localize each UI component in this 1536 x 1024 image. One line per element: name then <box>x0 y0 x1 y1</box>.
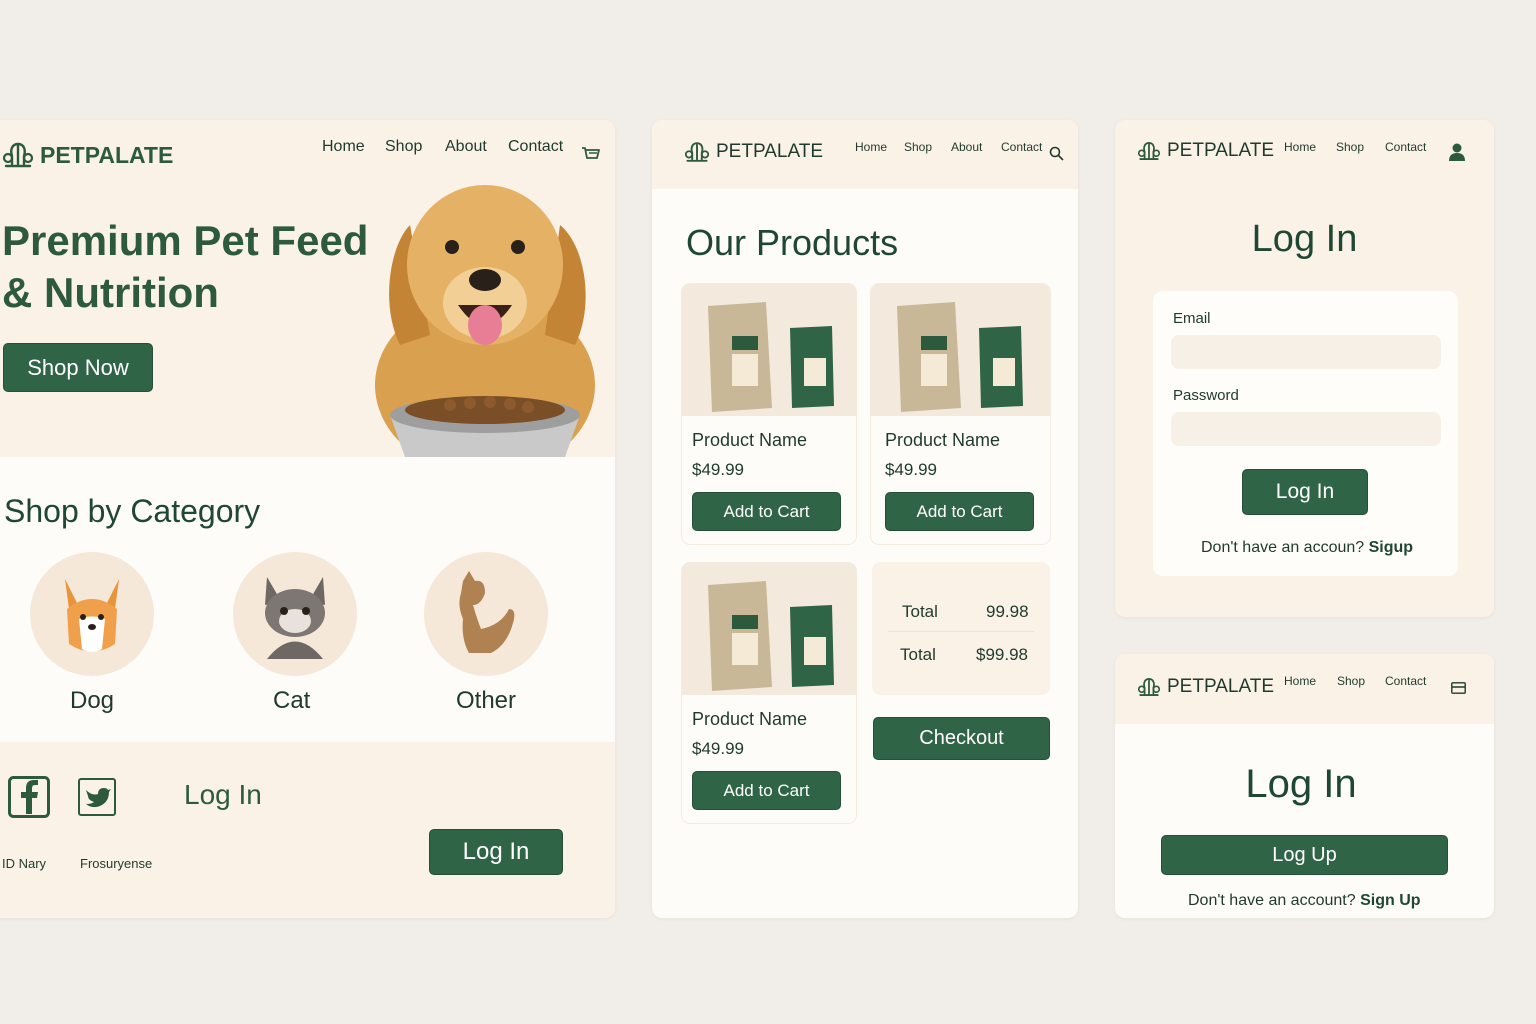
nav-about[interactable]: About <box>445 138 487 156</box>
signup-prompt: Don't have an account? Sign Up <box>1188 892 1421 910</box>
signup-link[interactable]: Sigup <box>1369 539 1413 556</box>
product-price: $49.99 <box>885 460 937 479</box>
logo-icon <box>1137 142 1161 160</box>
brand-name: PETPALATE <box>40 141 174 168</box>
add-to-cart-button[interactable]: Add to Cart <box>692 492 841 531</box>
cart-summary: Total 99.98 Total $99.98 <box>872 562 1050 695</box>
hero-title: Premium Pet Feed & Nutrition <box>2 215 368 319</box>
nav-contact[interactable]: Contact <box>1385 140 1426 154</box>
footer-link-2[interactable]: Frosuryense <box>80 856 152 871</box>
summary-value: 99.98 <box>986 602 1029 621</box>
summary-label: Total <box>900 645 936 664</box>
cart-icon[interactable] <box>581 146 601 164</box>
category-other-label: Other <box>456 687 517 714</box>
brand-name: PETPALATE <box>1167 676 1274 697</box>
nav-home[interactable]: Home <box>322 138 365 156</box>
product-name[interactable]: Product Name <box>692 709 807 730</box>
checkout-button[interactable]: Checkout <box>873 717 1050 760</box>
password-field[interactable] <box>1171 412 1441 446</box>
login-alt-page-card: PETPALATE Home Shop Contact Log In Log U… <box>1115 654 1494 918</box>
facebook-icon[interactable] <box>8 776 50 818</box>
logo-icon <box>684 142 710 162</box>
product-card-1: Product Name $49.99 Add to Cart <box>682 284 856 544</box>
nav-contact[interactable]: Contact <box>508 138 563 156</box>
product-image <box>871 284 1050 416</box>
summary-total: $99.98 <box>976 645 1028 664</box>
signup-prompt: Don't have an accoun? Sigup <box>1201 539 1413 557</box>
category-section: Shop by Category Dog Cat Other <box>0 457 615 742</box>
product-name[interactable]: Product Name <box>885 430 1000 451</box>
home-page-card: PETPALATE Home Shop About Contact Premiu… <box>0 120 615 918</box>
add-to-cart-button[interactable]: Add to Cart <box>692 771 841 810</box>
footer-link-1[interactable]: ID Nary <box>2 856 46 871</box>
products-title: Our Products <box>686 222 899 263</box>
signup-link[interactable]: Sign Up <box>1360 892 1420 909</box>
brand-logo[interactable]: PETPALATE <box>684 140 823 164</box>
hero-dog-image <box>375 185 595 457</box>
product-name[interactable]: Product Name <box>692 430 807 451</box>
nav-about[interactable]: About <box>951 140 982 154</box>
logup-button[interactable]: Log Up <box>1161 835 1448 875</box>
footer-login-button[interactable]: Log In <box>429 829 563 875</box>
pet-icon <box>459 571 515 653</box>
category-dog-label: Dog <box>70 687 115 714</box>
product-price: $49.99 <box>692 460 744 479</box>
user-icon[interactable] <box>1449 143 1465 161</box>
nav-shop[interactable]: Shop <box>904 140 932 154</box>
brand-name: PETPALATE <box>1167 140 1274 161</box>
email-field[interactable] <box>1171 335 1441 369</box>
product-image <box>682 284 856 416</box>
footer-login-text[interactable]: Log In <box>184 779 262 811</box>
password-label: Password <box>1173 387 1239 404</box>
nav-home[interactable]: Home <box>855 140 887 154</box>
nav-shop[interactable]: Shop <box>1337 674 1365 688</box>
brand-logo[interactable]: PETPALATE <box>2 140 173 170</box>
brand-logo[interactable]: PETPALATE <box>1137 676 1274 698</box>
login-form: Email Password Log In Don't have an acco… <box>1153 291 1458 576</box>
add-to-cart-button[interactable]: Add to Cart <box>885 492 1034 531</box>
nav-home[interactable]: Home <box>1284 140 1316 154</box>
products-page-card: PETPALATE Home Shop About Contact Our Pr… <box>652 120 1078 918</box>
dog-icon <box>65 579 119 652</box>
hero-title-line2: & Nutrition <box>2 269 219 316</box>
shop-now-button[interactable]: Shop Now <box>3 343 153 392</box>
product-card-2: Product Name $49.99 Add to Cart <box>871 284 1050 544</box>
product-price: $49.99 <box>692 739 744 758</box>
email-label: Email <box>1173 310 1211 327</box>
hero-title-line1: Premium Pet Feed <box>2 217 369 264</box>
login-page-card: PETPALATE Home Shop Contact Log In Email… <box>1115 120 1494 617</box>
signup-prompt-text: Don't have an accoun? <box>1201 539 1365 556</box>
nav-contact[interactable]: Contact <box>1001 140 1042 154</box>
category-title: Shop by Category <box>4 493 261 529</box>
category-dog[interactable] <box>30 552 154 676</box>
nav-contact[interactable]: Contact <box>1385 674 1426 688</box>
category-cat[interactable] <box>233 552 357 676</box>
brand-logo[interactable]: PETPALATE <box>1137 140 1274 162</box>
twitter-icon[interactable] <box>78 778 116 816</box>
summary-label: Total <box>902 602 938 621</box>
cat-icon <box>265 577 325 659</box>
menu-icon[interactable] <box>1451 682 1466 694</box>
signup-prompt-text: Don't have an account? <box>1188 892 1356 909</box>
brand-name: PETPALATE <box>716 141 823 162</box>
search-icon[interactable] <box>1049 146 1064 161</box>
nav-shop[interactable]: Shop <box>1336 140 1364 154</box>
product-image <box>682 563 856 695</box>
logo-icon <box>2 142 34 168</box>
nav-shop[interactable]: Shop <box>385 138 422 156</box>
nav-home[interactable]: Home <box>1284 674 1316 688</box>
login-title: Log In <box>1251 218 1358 260</box>
login-alt-title: Log In <box>1245 762 1357 806</box>
logo-icon <box>1137 678 1161 696</box>
summary-divider <box>888 631 1034 632</box>
product-card-3: Product Name $49.99 Add to Cart <box>682 563 856 823</box>
category-cat-label: Cat <box>273 687 311 714</box>
category-other[interactable] <box>424 552 548 676</box>
login-button[interactable]: Log In <box>1242 469 1368 515</box>
